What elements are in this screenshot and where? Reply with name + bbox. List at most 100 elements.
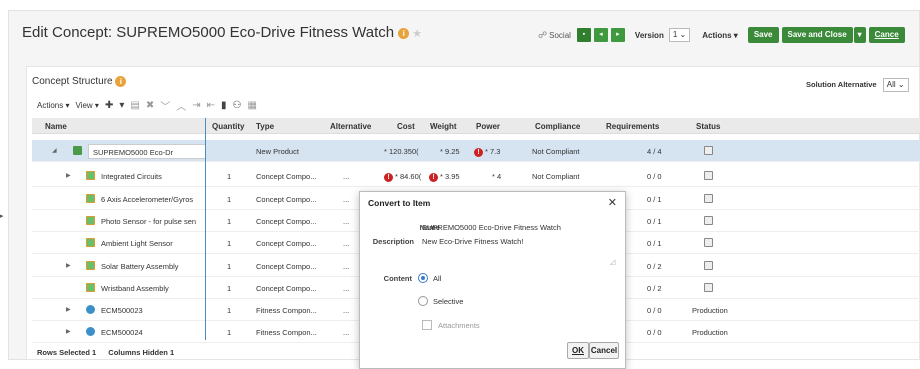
expand-icon[interactable]: ▶ <box>66 306 71 313</box>
row-name[interactable]: 6 Axis Accelerometer/Gyros <box>101 195 205 204</box>
col-power[interactable]: Power <box>476 122 500 131</box>
row-alternative[interactable]: ... <box>343 217 349 226</box>
error-icon: ! <box>429 172 438 182</box>
grid-header: Name Quantity Type Alternative Cost Weig… <box>32 118 920 134</box>
toolbar-actions-menu[interactable]: Actions ▾ <box>37 101 69 110</box>
move-up-icon[interactable]: ︿ <box>176 98 186 113</box>
actions-menu[interactable]: Actions ▾ <box>702 31 738 40</box>
row-name[interactable]: Solar Battery Assembly <box>101 262 179 271</box>
grid-view-icon[interactable]: ▪ <box>576 28 591 42</box>
col-requirements[interactable]: Requirements <box>606 122 659 131</box>
col-quantity[interactable]: Quantity <box>212 122 244 131</box>
col-name[interactable]: Name <box>45 122 67 131</box>
col-status[interactable]: Status <box>696 122 720 131</box>
edit-icon[interactable]: ▤ <box>130 100 139 111</box>
radio-selective[interactable] <box>418 296 428 306</box>
toolbar-view-menu[interactable]: View ▾ <box>75 101 98 110</box>
outdent-icon[interactable]: ⇤ <box>207 100 215 111</box>
row-requirements[interactable]: 0 / 0 <box>647 306 662 315</box>
expand-icon[interactable]: ▶ <box>66 328 71 335</box>
row-requirements[interactable]: 0 / 1 <box>647 239 662 248</box>
row-cost: * 84.60( <box>395 172 422 181</box>
dialog-cancel-button[interactable]: Cancel <box>589 342 619 359</box>
expand-icon[interactable]: ▶ <box>66 172 71 179</box>
row-requirements[interactable]: 0 / 0 <box>647 328 662 337</box>
previous-icon[interactable]: ◂ <box>593 28 608 42</box>
social-link[interactable]: Social <box>549 31 571 40</box>
document-icon[interactable]: ▮ <box>221 100 227 111</box>
save-and-close-button[interactable]: Save and Close <box>781 27 853 43</box>
row-alternative[interactable]: ... <box>343 195 349 204</box>
row-requirements[interactable]: 0 / 1 <box>647 195 662 204</box>
row-alternative[interactable]: ... <box>343 306 349 315</box>
attachments-checkbox[interactable] <box>422 320 432 330</box>
document-status-icon[interactable] <box>704 261 713 270</box>
expand-icon[interactable]: ▶ <box>66 262 71 269</box>
document-status-icon[interactable] <box>704 216 713 225</box>
freeze-icon[interactable]: ▦ <box>247 100 256 111</box>
cancel-button[interactable]: Cance <box>868 27 905 43</box>
row-alternative[interactable]: ... <box>343 239 349 248</box>
radio-all[interactable] <box>418 273 428 283</box>
table-row[interactable]: ▶ Integrated Circuits 1 Concept Compo...… <box>32 165 920 187</box>
row-name[interactable]: SUPREMO5000 Eco-Dr <box>88 144 206 159</box>
binoculars-icon[interactable]: ⚇ <box>233 100 242 111</box>
row-requirements[interactable]: 4 / 4 <box>647 147 662 156</box>
row-name[interactable]: Wristband Assembly <box>101 284 169 293</box>
radio-all-label[interactable]: All <box>433 274 441 283</box>
row-name[interactable]: ECM500024 <box>101 328 143 337</box>
col-type[interactable]: Type <box>256 122 274 131</box>
collapse-icon[interactable]: ◢ <box>52 147 57 154</box>
add-dropdown-icon[interactable]: ▾ <box>119 100 124 111</box>
social-icon: ☍ <box>538 29 548 40</box>
document-status-icon[interactable] <box>704 146 713 155</box>
col-weight[interactable]: Weight <box>430 122 457 131</box>
frozen-column-divider[interactable] <box>205 118 206 340</box>
ok-button[interactable]: OK <box>567 342 589 359</box>
solution-alternative-select[interactable]: All ⌄ <box>882 78 909 92</box>
row-type: Concept Compo... <box>256 195 317 204</box>
indent-icon[interactable]: ⇥ <box>192 100 200 111</box>
document-status-icon[interactable] <box>704 238 713 247</box>
version-select[interactable]: 1 ⌄ <box>668 28 691 42</box>
table-row[interactable]: ◢ SUPREMO5000 Eco-Dr New Product * 120.3… <box>32 140 920 162</box>
row-name[interactable]: ECM500023 <box>101 306 143 315</box>
page-title-text: Edit Concept: SUPREMO5000 Eco-Drive Fitn… <box>22 24 395 41</box>
description-field[interactable]: New Eco-Drive Fitness Watch! <box>422 237 523 246</box>
info-icon[interactable]: i <box>398 27 410 39</box>
row-status: Production <box>692 306 728 315</box>
save-button[interactable]: Save <box>747 27 779 43</box>
row-requirements[interactable]: 0 / 2 <box>647 284 662 293</box>
col-cost[interactable]: Cost <box>397 122 415 131</box>
document-status-icon[interactable] <box>704 171 713 180</box>
row-alternative[interactable]: ... <box>343 172 349 181</box>
row-requirements[interactable]: 0 / 2 <box>647 262 662 271</box>
favorite-star-icon[interactable]: ★ <box>412 28 422 40</box>
structure-info-icon[interactable]: i <box>115 76 127 87</box>
add-icon[interactable]: ✚ <box>105 100 113 111</box>
col-alternative[interactable]: Alternative <box>330 122 371 131</box>
row-alternative[interactable]: ... <box>343 284 349 293</box>
col-compliance[interactable]: Compliance <box>535 122 580 131</box>
document-status-icon[interactable] <box>704 194 713 203</box>
save-dropdown-button[interactable]: ▾ <box>853 27 866 43</box>
row-name[interactable]: Ambient Light Sensor <box>101 239 173 248</box>
row-quantity: 1 <box>227 306 232 315</box>
row-alternative[interactable]: ... <box>343 328 349 337</box>
resize-handle-icon[interactable]: ◿ <box>610 258 615 266</box>
next-icon[interactable]: ▸ <box>610 28 625 42</box>
row-name[interactable]: Photo Sensor - for pulse sen <box>101 217 205 226</box>
row-type: New Product <box>256 147 299 156</box>
delete-icon[interactable]: ✖ <box>146 100 154 111</box>
row-requirements[interactable]: 0 / 1 <box>647 217 662 226</box>
close-icon[interactable]: ✕ <box>608 196 617 209</box>
row-quantity: 1 <box>227 262 232 271</box>
row-name[interactable]: Integrated Circuits <box>101 172 162 181</box>
concept-component-icon <box>86 261 95 270</box>
radio-selective-label[interactable]: Selective <box>433 297 463 306</box>
panel-splitter-icon[interactable]: ▸ <box>0 212 6 220</box>
row-alternative[interactable]: ... <box>343 262 349 271</box>
document-status-icon[interactable] <box>704 283 713 292</box>
move-down-icon[interactable]: ﹀ <box>160 98 170 113</box>
row-requirements[interactable]: 0 / 0 <box>647 172 662 181</box>
